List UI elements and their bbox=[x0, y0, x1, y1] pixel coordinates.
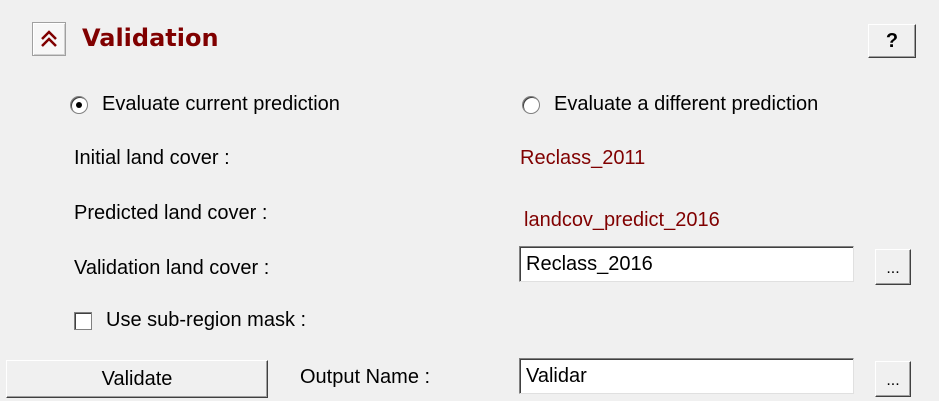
output-name-label: Output Name : bbox=[300, 366, 431, 388]
validation-land-cover-input[interactable] bbox=[519, 246, 854, 282]
radio-current-label: Evaluate current prediction bbox=[102, 93, 340, 115]
output-name-input[interactable] bbox=[519, 358, 854, 394]
validation-browse-button[interactable]: ... bbox=[875, 249, 911, 285]
initial-land-cover-value: Reclass_2011 bbox=[520, 147, 646, 169]
double-chevron-up-icon bbox=[41, 30, 57, 47]
predicted-land-cover-value: landcov_predict_2016 bbox=[524, 209, 720, 231]
panel-title: Validation bbox=[82, 24, 219, 52]
radio-evaluate-different[interactable]: Evaluate a different prediction bbox=[522, 93, 818, 116]
validation-land-cover-label: Validation land cover : bbox=[74, 257, 270, 279]
predicted-land-cover-label: Predicted land cover : bbox=[74, 202, 268, 224]
initial-land-cover-label: Initial land cover : bbox=[74, 147, 230, 169]
validate-button[interactable]: Validate bbox=[6, 360, 268, 398]
sub-region-mask-checkbox[interactable] bbox=[74, 311, 92, 330]
help-button[interactable]: ? bbox=[868, 24, 916, 58]
validation-panel: Validation ? Evaluate current prediction… bbox=[0, 0, 939, 401]
output-browse-button[interactable]: ... bbox=[875, 361, 911, 397]
radio-current-indicator[interactable] bbox=[70, 95, 88, 114]
collapse-button[interactable] bbox=[32, 22, 66, 56]
radio-evaluate-current[interactable]: Evaluate current prediction bbox=[70, 93, 340, 116]
sub-region-mask-checkbox-row[interactable]: Use sub-region mask : bbox=[74, 309, 306, 332]
sub-region-mask-label: Use sub-region mask : bbox=[106, 309, 307, 331]
radio-different-label: Evaluate a different prediction bbox=[554, 93, 819, 115]
radio-different-indicator[interactable] bbox=[522, 95, 540, 114]
